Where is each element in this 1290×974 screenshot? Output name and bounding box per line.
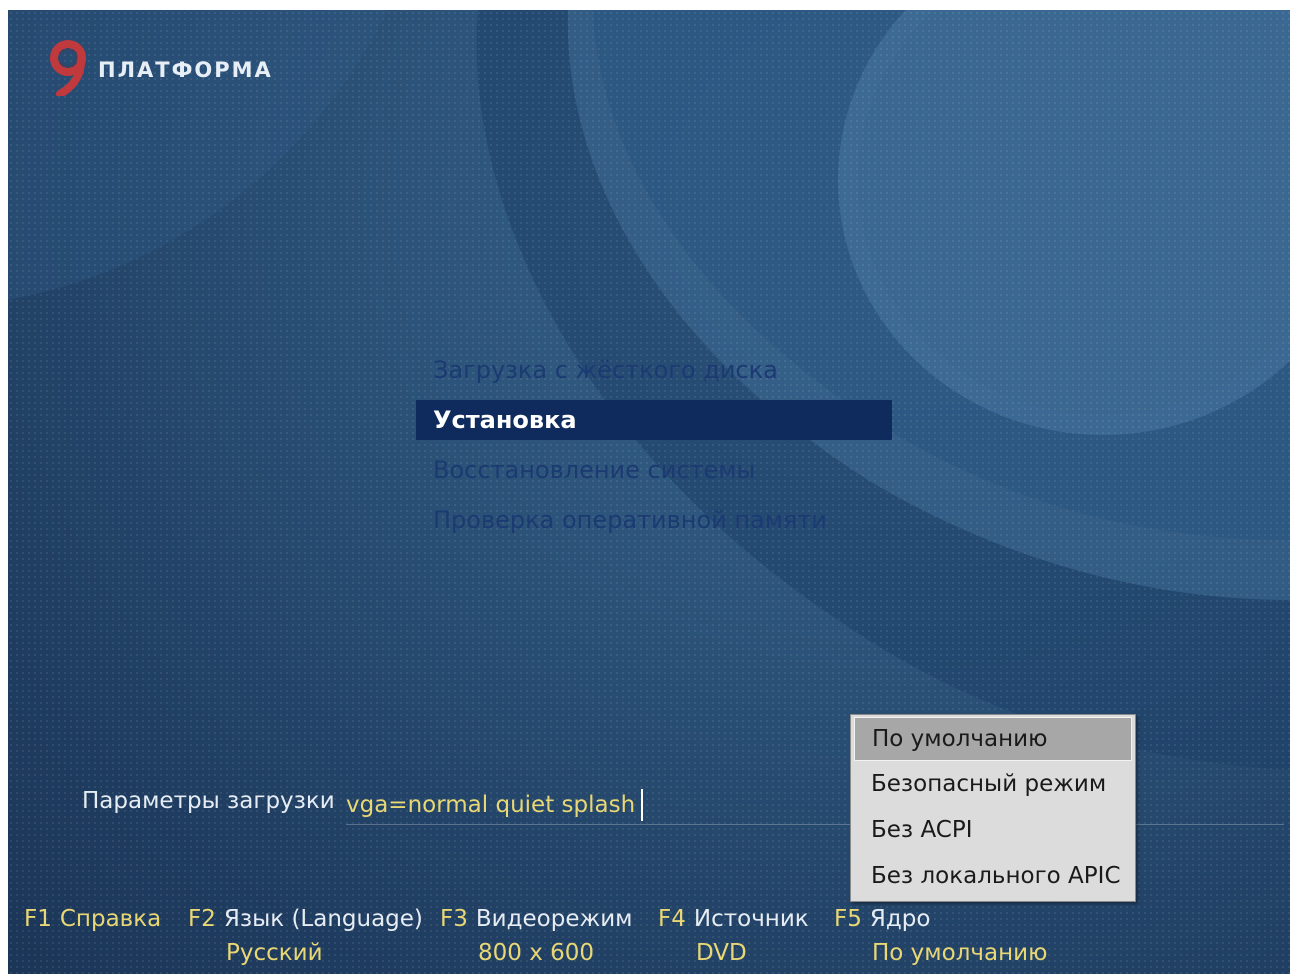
fkey-f1-key: F1 [24, 906, 52, 932]
fkey-f5-value: По умолчанию [872, 940, 1048, 966]
menu-item-install[interactable]: Установка [416, 400, 892, 440]
kernel-options-popup: По умолчанию Безопасный режим Без ACPI Б… [850, 714, 1136, 902]
menu-item-system-recovery[interactable]: Восстановление системы [416, 450, 892, 490]
kernel-option-default[interactable]: По умолчанию [854, 717, 1132, 761]
boot-menu: Загрузка с жёсткого диска Установка Восс… [416, 350, 892, 550]
fkey-f3-label: Видеорежим [475, 906, 633, 932]
text-cursor [641, 789, 644, 821]
fkey-f4[interactable]: F4 Источник [658, 902, 809, 936]
boot-screen: ПЛАТФОРМА Загрузка с жёсткого диска Уста… [8, 10, 1290, 974]
fkey-f1-label: Справка [59, 906, 162, 932]
fkey-f2-label: Язык (Language) [223, 906, 423, 932]
fkey-f4-value: DVD [696, 940, 747, 966]
logo-text: ПЛАТФОРМА [98, 58, 273, 82]
function-key-bar: F1 Справка F2 Язык (Language) Русский F3 Ви… [8, 902, 1290, 974]
kernel-option-safe-mode[interactable]: Безопасный режим [851, 761, 1135, 807]
fkey-f3-value: 800 x 600 [478, 940, 595, 966]
fkey-f2-key: F2 [188, 906, 216, 932]
window-frame: ПЛАТФОРМА Загрузка с жёсткого диска Уста… [0, 0, 1290, 974]
menu-item-memory-test[interactable]: Проверка оперативной памяти [416, 500, 892, 540]
fkey-f2[interactable]: F2 Язык (Language) [188, 902, 423, 936]
fkey-f4-key: F4 [658, 906, 686, 932]
fkey-f5[interactable]: F5 Ядро [834, 902, 930, 936]
menu-item-hard-disk-boot[interactable]: Загрузка с жёсткого диска [416, 350, 892, 390]
fkey-f1[interactable]: F1 Справка [24, 902, 161, 936]
fkey-f3-key: F3 [440, 906, 468, 932]
boot-params-label: Параметры загрузки [82, 788, 335, 814]
fkey-f5-label: Ядро [869, 906, 931, 932]
fkey-f3[interactable]: F3 Видеорежим [440, 902, 633, 936]
platforma-logo-icon [50, 40, 86, 96]
boot-params-value[interactable]: vga=normal quiet splash [346, 786, 635, 824]
kernel-option-no-local-apic[interactable]: Без локального APIC [851, 853, 1135, 899]
fkey-f4-label: Источник [693, 906, 809, 932]
kernel-option-no-acpi[interactable]: Без ACPI [851, 807, 1135, 853]
platforma-logo: ПЛАТФОРМА [46, 38, 306, 98]
boot-params-input[interactable]: vga=normal quiet splash [346, 786, 1284, 825]
fkey-f2-value: Русский [226, 940, 323, 966]
fkey-f5-key: F5 [834, 906, 862, 932]
